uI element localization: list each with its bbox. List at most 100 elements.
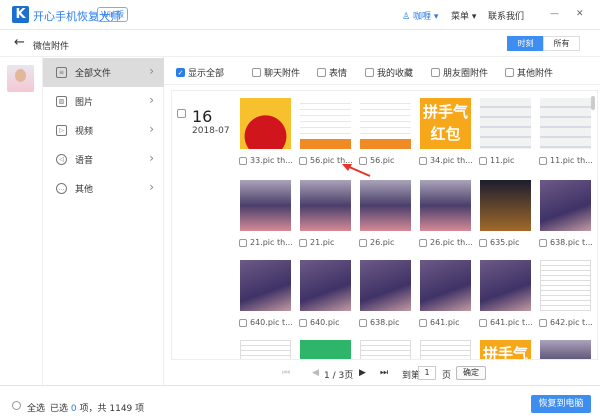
thumbnail-doc[interactable]: [360, 340, 411, 359]
thumbnail-purple[interactable]: [540, 180, 591, 231]
thumbnail-yellow[interactable]: 拼手气红包: [480, 340, 531, 359]
file-item-label[interactable]: 638.pic: [359, 318, 419, 327]
main-menu[interactable]: 菜单 ▾: [451, 9, 476, 22]
thumbnail-screenshot[interactable]: [300, 98, 351, 149]
thumbnail-purple[interactable]: [360, 260, 411, 311]
file-item-label[interactable]: 33.pic th...: [239, 156, 299, 165]
thumbnail-green[interactable]: [300, 340, 351, 359]
file-checkbox[interactable]: [539, 318, 547, 327]
filter-checkbox[interactable]: 其他附件: [505, 66, 553, 79]
filter-checkbox[interactable]: ✓ 显示全部: [176, 66, 224, 79]
filter-checkbox[interactable]: 我的收藏: [365, 66, 413, 79]
file-name: 640.pic: [310, 318, 340, 327]
next-page-icon[interactable]: ▶: [359, 368, 366, 378]
sidebar-item-voice[interactable]: ◁ 语音 ›: [43, 145, 164, 174]
thumbnail-chat[interactable]: [540, 98, 591, 149]
chevron-right-icon: ›: [149, 180, 154, 194]
file-checkbox[interactable]: [479, 238, 487, 247]
thumbnail-dark[interactable]: [480, 180, 531, 231]
checkbox[interactable]: [365, 68, 374, 77]
group-checkbox[interactable]: [177, 109, 186, 118]
prev-page-icon[interactable]: ◀: [312, 368, 319, 378]
user-menu[interactable]: ♙ 咖喱 ▾: [402, 9, 438, 22]
caret-down-icon: ▾: [469, 12, 477, 22]
contact-link[interactable]: 联系我们: [488, 9, 524, 22]
file-checkbox[interactable]: [299, 156, 307, 165]
thumbnail-doc[interactable]: [420, 340, 471, 359]
tab-moments[interactable]: 时刻: [507, 36, 544, 51]
checkbox[interactable]: [317, 68, 326, 77]
file-checkbox[interactable]: [539, 156, 547, 165]
thumbnail-photo[interactable]: [540, 340, 591, 359]
thumbnail-photo[interactable]: [300, 180, 351, 231]
tab-all[interactable]: 所有: [543, 36, 580, 51]
scrollbar[interactable]: [591, 96, 595, 110]
file-checkbox[interactable]: [539, 238, 547, 247]
restore-to-pc-button[interactable]: 恢复到电脑: [531, 395, 591, 413]
filter-checkbox[interactable]: 朋友圈附件: [431, 66, 488, 79]
thumbnail-yellow[interactable]: 拼手气红包: [420, 98, 471, 149]
file-item-label[interactable]: 34.pic th...: [419, 156, 479, 165]
file-item-label[interactable]: 635.pic: [479, 238, 539, 247]
checkbox[interactable]: [505, 68, 514, 77]
thumbnail-doc[interactable]: [240, 340, 291, 359]
file-checkbox[interactable]: [299, 318, 307, 327]
file-item-label[interactable]: 11.pic th...: [539, 156, 597, 165]
file-checkbox[interactable]: [359, 318, 367, 327]
sidebar-item-label: 语音: [75, 156, 94, 166]
file-checkbox[interactable]: [359, 238, 367, 247]
file-item-label[interactable]: 11.pic: [479, 156, 539, 165]
thumbnail-purple[interactable]: [240, 260, 291, 311]
filter-checkbox[interactable]: 聊天附件: [252, 66, 300, 79]
file-item-label[interactable]: 641.pic t...: [479, 318, 539, 327]
file-item-label[interactable]: 21.pic th...: [239, 238, 299, 247]
last-page-icon[interactable]: ⏭: [380, 368, 388, 378]
avatar[interactable]: [7, 65, 34, 92]
file-item-label[interactable]: 640.pic t...: [239, 318, 299, 327]
thumbnail-purple[interactable]: [300, 260, 351, 311]
file-item-label[interactable]: 26.pic th...: [419, 238, 479, 247]
file-checkbox[interactable]: [479, 318, 487, 327]
file-checkbox[interactable]: [239, 238, 247, 247]
checkbox[interactable]: ✓: [176, 68, 185, 77]
back-arrow-icon[interactable]: ←: [14, 35, 25, 50]
file-checkbox[interactable]: [419, 318, 427, 327]
thumbnail-photo[interactable]: [360, 180, 411, 231]
file-checkbox[interactable]: [419, 238, 427, 247]
sidebar-item-all-files[interactable]: ≡ 全部文件 ›: [43, 58, 164, 87]
sidebar-item-images[interactable]: ▨ 图片 ›: [43, 87, 164, 116]
chevron-right-icon: ›: [149, 151, 154, 165]
thumbnail-chat[interactable]: [480, 98, 531, 149]
file-item-label[interactable]: 641.pic: [419, 318, 479, 327]
file-checkbox[interactable]: [239, 318, 247, 327]
file-item-label[interactable]: 642.pic t...: [539, 318, 597, 327]
file-checkbox[interactable]: [299, 238, 307, 247]
select-all-radio[interactable]: [12, 401, 21, 410]
file-item-label[interactable]: 26.pic: [359, 238, 419, 247]
page-input[interactable]: 1: [418, 366, 436, 380]
file-checkbox[interactable]: [479, 156, 487, 165]
thumbnail-photo[interactable]: [420, 180, 471, 231]
checkbox[interactable]: [252, 68, 261, 77]
thumbnail-redpacket[interactable]: [240, 98, 291, 149]
thumbnail-purple[interactable]: [480, 260, 531, 311]
sidebar-item-other[interactable]: … 其他 ›: [43, 174, 164, 203]
first-page-icon[interactable]: ⏮: [282, 368, 290, 378]
select-all-label[interactable]: 全选: [27, 401, 45, 414]
thumbnail-photo[interactable]: [240, 180, 291, 231]
minimize-button[interactable]: —: [550, 9, 559, 19]
file-item-label[interactable]: 640.pic: [299, 318, 359, 327]
thumbnail-purple[interactable]: [420, 260, 471, 311]
sidebar-item-videos[interactable]: ▷ 视频 ›: [43, 116, 164, 145]
close-button[interactable]: ✕: [576, 9, 584, 19]
file-checkbox[interactable]: [239, 156, 247, 165]
confirm-button[interactable]: 确定: [456, 366, 486, 380]
thumbnail-screenshot[interactable]: [360, 98, 411, 149]
thumbnail-doc[interactable]: [540, 260, 591, 311]
checkbox[interactable]: [431, 68, 440, 77]
file-item-label[interactable]: 638.pic t...: [539, 238, 597, 247]
filter-checkbox[interactable]: 表情: [317, 66, 347, 79]
file-checkbox[interactable]: [419, 156, 427, 165]
other-icon: …: [56, 183, 67, 194]
file-item-label[interactable]: 21.pic: [299, 238, 359, 247]
